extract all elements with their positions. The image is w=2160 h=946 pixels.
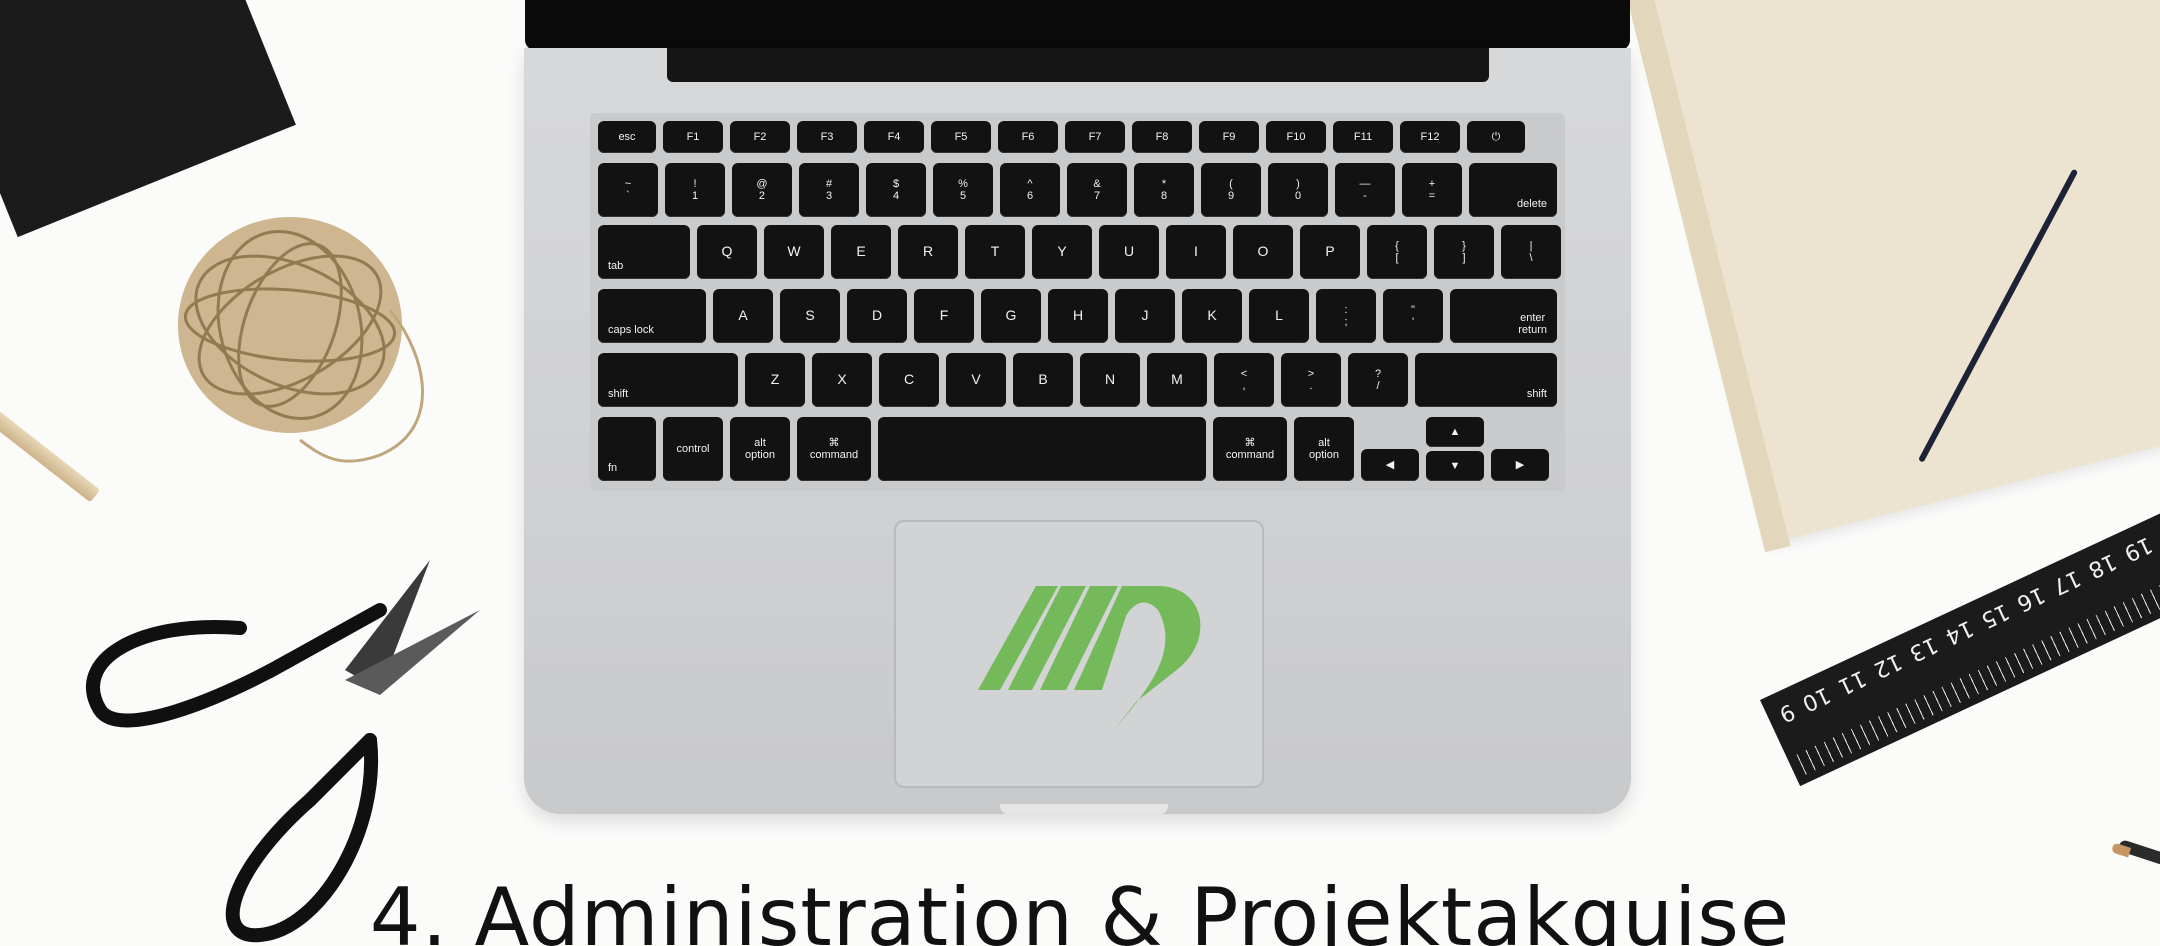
number-key: # 3 xyxy=(799,163,859,217)
letter-key: M xyxy=(1147,353,1207,407)
letter-key: I xyxy=(1166,225,1226,279)
twine-ball xyxy=(178,217,424,463)
function-key: F4 xyxy=(864,121,924,153)
letter-key: F xyxy=(914,289,974,343)
letter-key: < , xyxy=(1214,353,1274,407)
letter-key: Q xyxy=(697,225,757,279)
letter-key: > . xyxy=(1281,353,1341,407)
letter-key: { [ xyxy=(1367,225,1427,279)
number-key: ) 0 xyxy=(1268,163,1328,217)
mp-logo xyxy=(978,586,1201,730)
arrow-down-key: ▼ xyxy=(1426,451,1484,481)
return-key: enter return xyxy=(1450,289,1557,343)
number-key: ~ ` xyxy=(598,163,658,217)
function-key: esc xyxy=(598,121,656,153)
letter-key: Y xyxy=(1032,225,1092,279)
number-key: % 5 xyxy=(933,163,993,217)
trackpad xyxy=(894,520,1264,788)
option-key-left: alt option xyxy=(730,417,790,481)
letter-key: G xyxy=(981,289,1041,343)
letter-key: " ' xyxy=(1383,289,1443,343)
letter-key: D xyxy=(847,289,907,343)
tab-key: tab xyxy=(598,225,690,279)
number-key: @ 2 xyxy=(732,163,792,217)
letter-key: ? / xyxy=(1348,353,1408,407)
shift-key-left: shift xyxy=(598,353,738,407)
page-title: 4. Administration & Projektakquise xyxy=(369,871,1791,946)
letter-key: J xyxy=(1115,289,1175,343)
number-key: ^ 6 xyxy=(1000,163,1060,217)
pencil xyxy=(0,403,101,503)
letter-key: L xyxy=(1249,289,1309,343)
letter-key: V xyxy=(946,353,1006,407)
function-key: F7 xyxy=(1065,121,1125,153)
laptop-notch xyxy=(1000,804,1168,814)
letter-key: : ; xyxy=(1316,289,1376,343)
letter-key: E xyxy=(831,225,891,279)
number-key: & 7 xyxy=(1067,163,1127,217)
letter-key: X xyxy=(812,353,872,407)
function-key: F1 xyxy=(663,121,723,153)
function-key: F8 xyxy=(1132,121,1192,153)
letter-key: A xyxy=(713,289,773,343)
control-key: control xyxy=(663,417,723,481)
arrow-left-key: ◀ xyxy=(1361,449,1419,481)
letter-key: N xyxy=(1080,353,1140,407)
letter-key: T xyxy=(965,225,1025,279)
number-key: + = xyxy=(1402,163,1462,217)
letter-key: B xyxy=(1013,353,1073,407)
letter-key: } ] xyxy=(1434,225,1494,279)
letter-key: C xyxy=(879,353,939,407)
delete-key: delete xyxy=(1469,163,1557,217)
command-key-left: ⌘ command xyxy=(797,417,871,481)
letter-key: S xyxy=(780,289,840,343)
letter-key: O xyxy=(1233,225,1293,279)
arrow-up-key: ▲ xyxy=(1426,417,1484,447)
arrow-right-key: ▶ xyxy=(1491,449,1549,481)
option-key-right: alt option xyxy=(1294,417,1354,481)
letter-key: | \ xyxy=(1501,225,1561,279)
caps-lock-key: caps lock xyxy=(598,289,706,343)
photo-scene: 20 19 18 17 16 15 14 13 12 11 10 9 esc F1… xyxy=(0,0,2160,946)
function-key: F9 xyxy=(1199,121,1259,153)
laptop-hinge xyxy=(667,48,1489,82)
function-key: F5 xyxy=(931,121,991,153)
function-key: F12 xyxy=(1400,121,1460,153)
letter-key: W xyxy=(764,225,824,279)
function-key: F11 xyxy=(1333,121,1393,153)
command-key-right: ⌘ command xyxy=(1213,417,1287,481)
ruler: 20 19 18 17 16 15 14 13 12 11 10 9 xyxy=(1760,501,2160,787)
function-key: ⏻ xyxy=(1467,121,1525,153)
letter-key: U xyxy=(1099,225,1159,279)
letter-key: P xyxy=(1300,225,1360,279)
function-key: F2 xyxy=(730,121,790,153)
letter-key: Z xyxy=(745,353,805,407)
function-key: F10 xyxy=(1266,121,1326,153)
number-key: ( 9 xyxy=(1201,163,1261,217)
letter-key: R xyxy=(898,225,958,279)
shift-key-right: shift xyxy=(1415,353,1557,407)
number-key: $ 4 xyxy=(866,163,926,217)
keyboard: esc F1 F2 F3 F4 F5 F6 F7 F8 F9 F10 F11 F12 ⏻ ~ `! 1 @ 2… xyxy=(590,113,1565,491)
fn-key: fn xyxy=(598,417,656,481)
letter-key: H xyxy=(1048,289,1108,343)
number-key: ! 1 xyxy=(665,163,725,217)
number-key: * 8 xyxy=(1134,163,1194,217)
number-key: — - xyxy=(1335,163,1395,217)
function-key: F6 xyxy=(998,121,1058,153)
letter-key: K xyxy=(1182,289,1242,343)
function-key: F3 xyxy=(797,121,857,153)
space-bar xyxy=(878,417,1206,481)
laptop-lid xyxy=(525,0,1630,50)
